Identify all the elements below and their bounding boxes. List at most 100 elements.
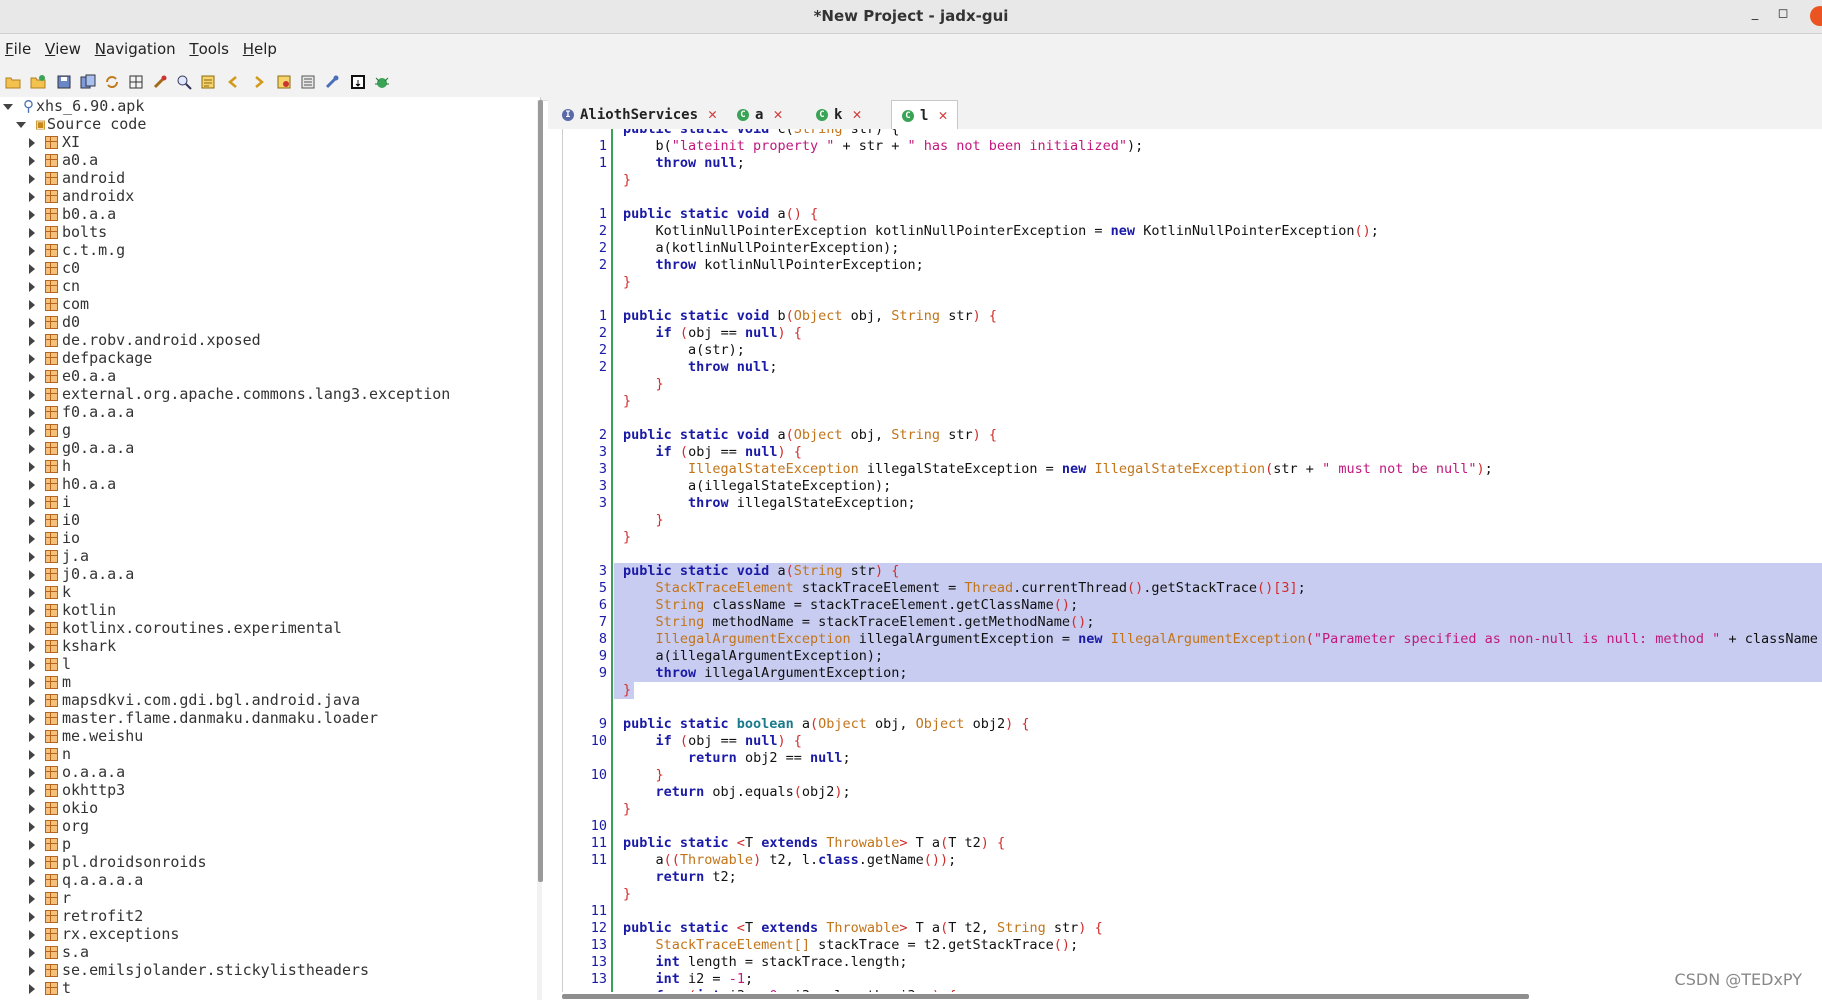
expand-arrow-icon[interactable]	[29, 551, 35, 562]
expand-arrow-icon[interactable]	[29, 497, 35, 508]
expand-arrow-icon[interactable]	[29, 317, 35, 328]
export-icon[interactable]	[80, 74, 96, 90]
tree-package-item[interactable]: mapsdkvi.com.gdi.bgl.android.java	[29, 691, 360, 709]
tab-a[interactable]: Ca ✕	[733, 100, 786, 128]
close-tab-icon[interactable]: ✕	[852, 100, 861, 128]
expand-arrow-icon[interactable]	[29, 893, 35, 904]
debugger-icon[interactable]	[374, 74, 390, 90]
tree-source-code[interactable]: ▣ Source code	[16, 115, 146, 133]
expand-arrow-icon[interactable]	[29, 569, 35, 580]
tree-package-item[interactable]: h	[29, 457, 71, 475]
tree-package-item[interactable]: p	[29, 835, 71, 853]
tree-package-item[interactable]: i	[29, 493, 71, 511]
expand-arrow-icon[interactable]	[29, 461, 35, 472]
menu-help[interactable]: Help	[239, 34, 281, 64]
expand-arrow-icon[interactable]	[29, 731, 35, 742]
tab-aliothservices[interactable]: I AliothServices ✕	[558, 100, 721, 128]
tree-package-item[interactable]: f0.a.a.a	[29, 403, 134, 421]
tree-package-item[interactable]: okhttp3	[29, 781, 125, 799]
expand-arrow-icon[interactable]	[29, 263, 35, 274]
expand-arrow-icon[interactable]	[29, 839, 35, 850]
expand-arrow-icon[interactable]	[29, 821, 35, 832]
expand-arrow-icon[interactable]	[29, 209, 35, 220]
add-files-icon[interactable]	[30, 74, 46, 90]
expand-arrow-icon[interactable]	[29, 641, 35, 652]
expand-arrow-icon[interactable]	[29, 335, 35, 346]
project-tree[interactable]: ⚲ xhs_6.90.apk ▣ Source code XI a0.a android…	[0, 97, 541, 1000]
tree-package-item[interactable]: kotlinx.coroutines.experimental	[29, 619, 342, 637]
expand-arrow-icon[interactable]	[29, 371, 35, 382]
tree-package-item[interactable]: defpackage	[29, 349, 152, 367]
tree-scrollbar[interactable]	[538, 100, 543, 882]
menu-view[interactable]: View	[41, 34, 85, 64]
tree-package-item[interactable]: retrofit2	[29, 907, 143, 925]
close-tab-icon[interactable]: ✕	[938, 101, 947, 129]
tree-package-item[interactable]: q.a.a.a.a	[29, 871, 143, 889]
class-search-icon[interactable]	[176, 74, 192, 90]
tree-package-item[interactable]: de.robv.android.xposed	[29, 331, 261, 349]
expand-arrow-icon[interactable]	[29, 929, 35, 940]
expand-arrow-icon[interactable]	[29, 299, 35, 310]
maximize-button[interactable]: ◻	[1774, 6, 1792, 21]
expand-arrow-icon[interactable]	[29, 191, 35, 202]
expand-arrow-icon[interactable]	[29, 677, 35, 688]
tree-package-item[interactable]: c.t.m.g	[29, 241, 125, 259]
expand-arrow-icon[interactable]	[29, 515, 35, 526]
back-icon[interactable]	[226, 74, 242, 90]
tree-package-item[interactable]: kshark	[29, 637, 116, 655]
tree-package-item[interactable]: t	[29, 979, 71, 997]
quark-icon[interactable]	[350, 74, 366, 90]
tree-package-item[interactable]: o.a.a.a	[29, 763, 125, 781]
expand-arrow-icon[interactable]	[29, 479, 35, 490]
tree-package-item[interactable]: h0.a.a	[29, 475, 116, 493]
tree-package-item[interactable]: com	[29, 295, 89, 313]
tree-package-item[interactable]: g0.a.a.a	[29, 439, 134, 457]
expand-arrow-icon[interactable]	[29, 155, 35, 166]
tree-package-item[interactable]: se.emilsjolander.stickylistheaders	[29, 961, 369, 979]
minimize-button[interactable]: _	[1746, 6, 1764, 21]
collapse-arrow-icon[interactable]	[16, 121, 26, 128]
tree-package-item[interactable]: pl.droidsonroids	[29, 853, 207, 871]
log-icon[interactable]	[276, 74, 292, 90]
expand-arrow-icon[interactable]	[29, 425, 35, 436]
tree-package-item[interactable]: g	[29, 421, 71, 439]
tree-package-item[interactable]: io	[29, 529, 80, 547]
tab-k[interactable]: Ck ✕	[812, 100, 865, 128]
expand-arrow-icon[interactable]	[29, 785, 35, 796]
code-editor[interactable]: 1 1 1 2 2 2 1 2 2 2 2 3 3 3 3 3 5 6 7 8 9 9 9 10 10 10 11 11 11 12 13 1…	[562, 129, 1822, 992]
expand-arrow-icon[interactable]	[29, 443, 35, 454]
expand-arrow-icon[interactable]	[29, 389, 35, 400]
tree-package-item[interactable]: j0.a.a.a	[29, 565, 134, 583]
expand-arrow-icon[interactable]	[29, 875, 35, 886]
tree-package-item[interactable]: d0	[29, 313, 80, 331]
tree-package-item[interactable]: l	[29, 655, 71, 673]
tree-package-item[interactable]: master.flame.danmaku.danmaku.loader	[29, 709, 378, 727]
tree-package-item[interactable]: n	[29, 745, 71, 763]
close-tab-icon[interactable]: ✕	[773, 100, 782, 128]
deobfuscation-icon[interactable]	[324, 74, 340, 90]
text-search-icon[interactable]	[152, 74, 168, 90]
tree-package-item[interactable]: XI	[29, 133, 80, 151]
expand-arrow-icon[interactable]	[29, 659, 35, 670]
open-file-icon[interactable]	[5, 74, 21, 90]
expand-arrow-icon[interactable]	[29, 695, 35, 706]
tree-package-item[interactable]: okio	[29, 799, 98, 817]
sync-icon[interactable]	[104, 74, 120, 90]
flatten-packages-icon[interactable]	[128, 74, 144, 90]
expand-arrow-icon[interactable]	[29, 713, 35, 724]
expand-arrow-icon[interactable]	[29, 173, 35, 184]
tree-package-item[interactable]: m	[29, 673, 71, 691]
expand-arrow-icon[interactable]	[29, 353, 35, 364]
close-tab-icon[interactable]: ✕	[708, 100, 717, 128]
tree-package-item[interactable]: s.a	[29, 943, 89, 961]
tree-package-item[interactable]: j.a	[29, 547, 89, 565]
tree-package-item[interactable]: external.org.apache.commons.lang3.except…	[29, 385, 450, 403]
tree-package-item[interactable]: i0	[29, 511, 80, 529]
expand-arrow-icon[interactable]	[29, 245, 35, 256]
expand-arrow-icon[interactable]	[29, 983, 35, 994]
expand-arrow-icon[interactable]	[29, 407, 35, 418]
expand-arrow-icon[interactable]	[29, 947, 35, 958]
preferences-icon[interactable]	[300, 74, 316, 90]
collapse-arrow-icon[interactable]	[3, 103, 13, 110]
tree-package-item[interactable]: bolts	[29, 223, 107, 241]
